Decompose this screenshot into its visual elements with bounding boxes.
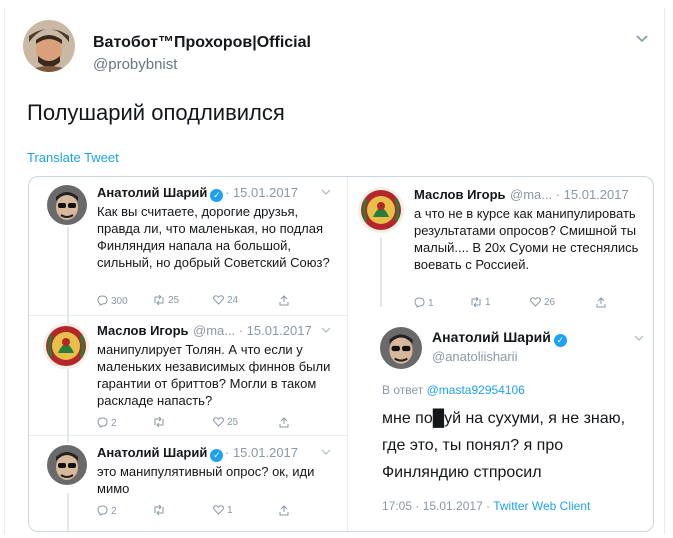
reply-meta: @ma... · 15.01.2017 bbox=[193, 323, 312, 338]
heart-icon bbox=[213, 295, 224, 305]
sharii-avatar bbox=[47, 185, 87, 225]
heart-icon bbox=[213, 505, 224, 515]
reply-icon bbox=[97, 295, 108, 306]
author-display-name[interactable]: Ватобот™Прохоров|Official bbox=[93, 34, 311, 52]
retweet-count bbox=[153, 504, 168, 516]
main-author-name: Анатолий Шарий ✓ bbox=[432, 329, 567, 347]
heart-icon bbox=[530, 297, 541, 307]
sharii-avatar bbox=[47, 445, 87, 485]
reply-author-name: Анатолий Шарий ✓ bbox=[97, 185, 224, 202]
reply-icon bbox=[414, 297, 425, 308]
attached-screenshot[interactable]: Анатолий Шарий ✓ · 15.01.2017 Как вы счит… bbox=[28, 176, 654, 532]
reply-meta: · 15.01.2017 bbox=[225, 445, 299, 460]
verified-badge-icon: ✓ bbox=[210, 449, 224, 462]
chevron-down-icon[interactable] bbox=[635, 34, 649, 44]
reply-count: 1 bbox=[414, 297, 434, 309]
author-avatar[interactable] bbox=[23, 20, 75, 72]
reply-meta: @ma... · 15.01.2017 bbox=[510, 187, 629, 202]
reply-text: это манипулятивный опрос? ок, иди мимо bbox=[97, 464, 315, 496]
reply-actions: 2 1 bbox=[97, 504, 327, 519]
chevron-down-icon bbox=[321, 449, 331, 455]
like-count: 24 bbox=[213, 295, 238, 306]
main-tweet-text: мне по█уй на сухуми, я не знаю, где это,… bbox=[382, 410, 626, 481]
reply-icon bbox=[97, 417, 108, 428]
translate-tweet-link[interactable]: Translate Tweet bbox=[27, 150, 119, 165]
reply-count: 2 bbox=[97, 505, 117, 517]
reply-actions: 1 1 26 bbox=[414, 296, 644, 311]
reply-actions: 2 25 bbox=[97, 416, 327, 431]
thread-line bbox=[67, 361, 69, 443]
author-handle[interactable]: @probybnist bbox=[93, 56, 177, 73]
heart-icon bbox=[213, 417, 224, 427]
screenshot-right-column: Маслов Игорь @ma... · 15.01.2017 а что н… bbox=[347, 177, 653, 531]
divider bbox=[29, 315, 347, 316]
thread-line bbox=[67, 227, 69, 323]
reply-count: 300 bbox=[97, 295, 128, 307]
reply-author-name: Анатолий Шарий ✓ bbox=[97, 445, 224, 462]
tweet-card: Ватобот™Прохоров|Official @probybnist По… bbox=[4, 8, 665, 534]
like-count: 25 bbox=[213, 417, 238, 428]
reply-icon bbox=[97, 505, 108, 516]
verified-badge-icon: ✓ bbox=[553, 334, 567, 347]
thread-line bbox=[67, 493, 69, 531]
reply-meta: · 15.01.2017 bbox=[225, 185, 299, 200]
reply-mention: @masta92954106 bbox=[426, 383, 525, 397]
reply-author-name: Маслов Игорь bbox=[97, 323, 189, 338]
reply-text: Как вы считаете, дорогие друзья, правда … bbox=[97, 204, 330, 270]
share-icon bbox=[596, 297, 609, 309]
reply-actions: 300 25 24 bbox=[97, 294, 327, 309]
reply-text: а что не в курсе как манипулировать резу… bbox=[414, 206, 639, 272]
sharii-avatar bbox=[380, 327, 422, 369]
retweet-count: 1 bbox=[470, 296, 491, 308]
retweet-icon bbox=[154, 416, 164, 428]
share-icon bbox=[279, 505, 292, 517]
share-icon bbox=[279, 295, 292, 307]
like-count: 26 bbox=[530, 297, 555, 308]
retweet-icon bbox=[154, 504, 164, 516]
retweet-icon bbox=[154, 294, 164, 306]
reply-count: 2 bbox=[97, 417, 117, 429]
screenshot-left-column: Анатолий Шарий ✓ · 15.01.2017 Как вы счит… bbox=[29, 177, 347, 531]
retweet-count bbox=[153, 416, 168, 428]
share-icon bbox=[279, 417, 292, 429]
maslov-avatar bbox=[43, 323, 89, 369]
client-link: Twitter Web Client bbox=[493, 499, 591, 513]
retweet-count: 25 bbox=[153, 294, 179, 306]
like-count: 1 bbox=[213, 505, 233, 516]
reply-text: манипулирует Толян. А что если у маленьк… bbox=[97, 342, 331, 408]
divider bbox=[29, 435, 347, 436]
main-author-handle: @anatoliisharii bbox=[432, 349, 518, 364]
chevron-down-icon bbox=[634, 335, 644, 341]
retweet-icon bbox=[471, 296, 481, 308]
chevron-down-icon bbox=[321, 189, 331, 195]
maslov-avatar bbox=[358, 187, 404, 233]
main-tweet-footer: 17:05 · 15.01.2017 · Twitter Web Client bbox=[382, 499, 591, 513]
reply-to-line: В ответ @masta92954106 bbox=[382, 383, 525, 397]
thread-line bbox=[380, 237, 382, 307]
tweet-text: Полушарий оподливился bbox=[27, 100, 285, 125]
verified-badge-icon: ✓ bbox=[210, 189, 224, 202]
chevron-down-icon bbox=[321, 327, 331, 333]
reply-author-name: Маслов Игорь bbox=[414, 187, 506, 202]
